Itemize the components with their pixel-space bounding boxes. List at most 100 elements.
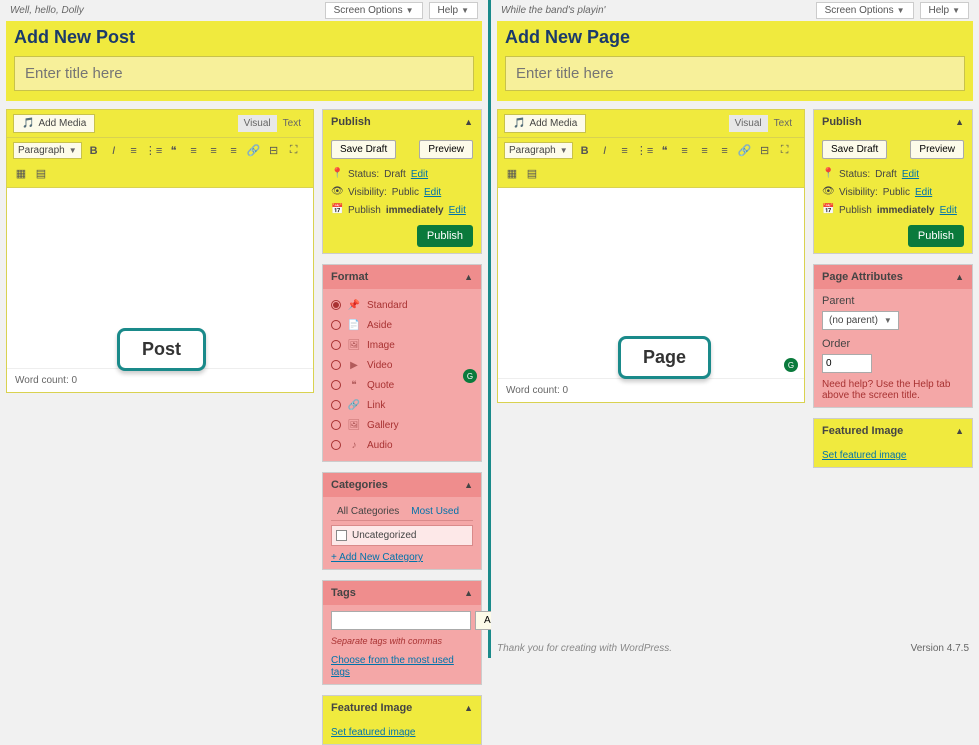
category-checkbox[interactable]: [336, 530, 347, 541]
pin-icon: 📌: [347, 298, 361, 312]
chevron-down-icon: ▼: [897, 6, 905, 15]
post-title-input[interactable]: [14, 56, 474, 91]
panel-toggle-icon[interactable]: ▲: [464, 703, 473, 713]
add-category-link[interactable]: + Add New Category: [331, 552, 423, 563]
paragraph-select[interactable]: Paragraph▼: [13, 142, 82, 159]
format-audio[interactable]: ♪Audio: [331, 435, 473, 455]
bold-icon[interactable]: B: [577, 143, 593, 159]
help-button[interactable]: Help▼: [429, 2, 479, 19]
word-count: Word count: 0: [7, 368, 313, 392]
panel-toggle-icon[interactable]: ▲: [464, 588, 473, 598]
format-title: Format: [331, 271, 368, 283]
format-video[interactable]: ▶Video: [331, 355, 473, 375]
italic-icon[interactable]: I: [597, 143, 613, 159]
publish-button[interactable]: Publish: [908, 225, 964, 247]
blockquote-icon[interactable]: ❝: [657, 143, 673, 159]
tab-all-categories[interactable]: All Categories: [331, 503, 405, 520]
panel-toggle-icon[interactable]: ▲: [464, 272, 473, 282]
link-icon[interactable]: 🔗: [737, 143, 753, 159]
media-icon: 🎵: [22, 118, 34, 129]
featured-title: Featured Image: [822, 425, 903, 437]
screen-options-button[interactable]: Screen Options▼: [325, 2, 423, 19]
number-list-icon[interactable]: ⋮≡: [637, 143, 653, 159]
pin-icon: 📍: [331, 168, 343, 180]
readmore-icon[interactable]: ⊟: [757, 143, 773, 159]
number-list-icon[interactable]: ⋮≡: [146, 143, 162, 159]
page-title: Add New Post: [6, 21, 482, 50]
parent-select[interactable]: (no parent)▼: [822, 311, 899, 330]
tab-text[interactable]: Text: [768, 115, 798, 132]
align-center-icon[interactable]: ≡: [697, 143, 713, 159]
editor-canvas[interactable]: Post: [7, 188, 313, 368]
page-title-input[interactable]: [505, 56, 965, 91]
format-quote[interactable]: ❝Quote: [331, 375, 473, 395]
tab-visual[interactable]: Visual: [729, 115, 768, 132]
panel-toggle-icon[interactable]: ▲: [464, 480, 473, 490]
tab-most-used[interactable]: Most Used: [405, 503, 465, 520]
bold-icon[interactable]: B: [86, 143, 102, 159]
bullet-list-icon[interactable]: ≡: [126, 143, 142, 159]
set-featured-image-link[interactable]: Set featured image: [331, 727, 416, 738]
video-icon: ▶: [347, 358, 361, 372]
set-featured-image-link[interactable]: Set featured image: [822, 450, 907, 461]
blockquote-icon[interactable]: ❝: [166, 143, 182, 159]
panel-toggle-icon[interactable]: ▲: [955, 272, 964, 282]
add-media-button[interactable]: 🎵Add Media: [504, 114, 586, 133]
fullscreen-icon[interactable]: ⛶: [777, 143, 793, 159]
kitchen-sink-icon[interactable]: ▤: [524, 165, 540, 181]
choose-tags-link[interactable]: Choose from the most used tags: [331, 655, 454, 678]
attributes-help: Need help? Use the Help tab above the sc…: [822, 379, 964, 401]
order-input[interactable]: [822, 354, 872, 373]
table-icon[interactable]: ▦: [13, 165, 29, 181]
thankyou-text: Thank you for creating with WordPress.: [497, 643, 672, 654]
link-icon: 🔗: [347, 398, 361, 412]
editor-canvas[interactable]: Page G: [498, 188, 804, 378]
save-draft-button[interactable]: Save Draft: [331, 140, 396, 159]
image-icon: 🖼: [347, 338, 361, 352]
edit-visibility-link[interactable]: Edit: [915, 187, 932, 198]
edit-schedule-link[interactable]: Edit: [940, 205, 957, 216]
table-icon[interactable]: ▦: [504, 165, 520, 181]
tags-title: Tags: [331, 587, 356, 599]
align-right-icon[interactable]: ≡: [226, 143, 242, 159]
format-image[interactable]: 🖼Image: [331, 335, 473, 355]
tags-input[interactable]: [331, 611, 471, 630]
italic-icon[interactable]: I: [106, 143, 122, 159]
screen-options-button[interactable]: Screen Options▼: [816, 2, 914, 19]
word-count: Word count: 0: [498, 378, 804, 402]
preview-button[interactable]: Preview: [910, 140, 964, 159]
panel-toggle-icon[interactable]: ▲: [955, 426, 964, 436]
format-gallery[interactable]: 🖼Gallery: [331, 415, 473, 435]
tab-text[interactable]: Text: [277, 115, 307, 132]
panel-toggle-icon[interactable]: ▲: [464, 117, 473, 127]
help-button[interactable]: Help▼: [920, 2, 970, 19]
edit-status-link[interactable]: Edit: [902, 169, 919, 180]
publish-button[interactable]: Publish: [417, 225, 473, 247]
category-item[interactable]: Uncategorized: [352, 530, 416, 541]
tab-visual[interactable]: Visual: [238, 115, 277, 132]
add-media-button[interactable]: 🎵Add Media: [13, 114, 95, 133]
edit-visibility-link[interactable]: Edit: [424, 187, 441, 198]
link-icon[interactable]: 🔗: [246, 143, 262, 159]
readmore-icon[interactable]: ⊟: [266, 143, 282, 159]
panel-toggle-icon[interactable]: ▲: [955, 117, 964, 127]
fullscreen-icon[interactable]: ⛶: [286, 143, 302, 159]
save-draft-button[interactable]: Save Draft: [822, 140, 887, 159]
format-aside[interactable]: 📄Aside: [331, 315, 473, 335]
gallery-icon: 🖼: [347, 418, 361, 432]
align-center-icon[interactable]: ≡: [206, 143, 222, 159]
paragraph-select[interactable]: Paragraph▼: [504, 142, 573, 159]
align-left-icon[interactable]: ≡: [677, 143, 693, 159]
align-left-icon[interactable]: ≡: [186, 143, 202, 159]
format-standard[interactable]: 📌Standard: [331, 295, 473, 315]
format-link[interactable]: 🔗Link: [331, 395, 473, 415]
preview-button[interactable]: Preview: [419, 140, 473, 159]
eye-icon: 👁: [331, 186, 343, 198]
publish-title: Publish: [822, 116, 862, 128]
edit-schedule-link[interactable]: Edit: [449, 205, 466, 216]
kitchen-sink-icon[interactable]: ▤: [33, 165, 49, 181]
bullet-list-icon[interactable]: ≡: [617, 143, 633, 159]
align-right-icon[interactable]: ≡: [717, 143, 733, 159]
quote-icon: ❝: [347, 378, 361, 392]
edit-status-link[interactable]: Edit: [411, 169, 428, 180]
